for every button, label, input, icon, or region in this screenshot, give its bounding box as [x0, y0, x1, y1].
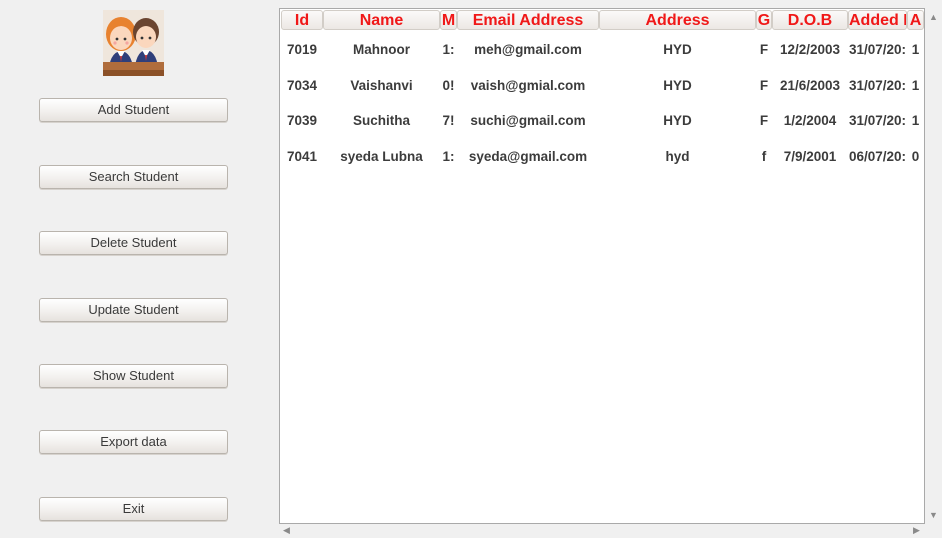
cell-name: Suchitha [352, 113, 410, 128]
column-header-added[interactable]: Added I [848, 10, 907, 30]
cell-gender: F [759, 113, 769, 128]
table-header: Id Name M Email Address Address G D.O.B … [280, 9, 924, 32]
column-header-address[interactable]: Address [599, 10, 756, 30]
cell-email: syeda@gmail.com [468, 149, 588, 164]
cell-gender: f [761, 149, 767, 164]
search-student-button[interactable]: Search Student [39, 165, 228, 189]
cell-email: vaish@gmial.com [470, 78, 586, 93]
table-row[interactable]: 7034 Vaishanvi 0! vaish@gmial.com HYD F … [280, 74, 924, 98]
cell-added: 31/07/20: [848, 78, 907, 93]
cell-dob: 21/6/2003 [779, 78, 841, 93]
cell-name: syeda Lubna [340, 149, 423, 164]
cell-email: suchi@gmail.com [470, 113, 586, 128]
column-header-name[interactable]: Name [323, 10, 440, 30]
cell-extra: 0 [911, 149, 920, 164]
horizontal-scrollbar[interactable]: ◀ ▶ [279, 524, 925, 538]
students-logo-icon [103, 10, 164, 76]
cell-id: 7034 [286, 78, 318, 93]
column-header-email[interactable]: Email Address [457, 10, 599, 30]
table-row[interactable]: 7019 Mahnoor 1: meh@gmail.com HYD F 12/2… [280, 38, 924, 62]
show-student-button[interactable]: Show Student [39, 364, 228, 388]
cell-email: meh@gmail.com [474, 42, 582, 57]
export-data-button[interactable]: Export data [39, 430, 228, 454]
cell-id: 7041 [286, 149, 318, 164]
exit-button[interactable]: Exit [39, 497, 228, 521]
table-row[interactable]: 7039 Suchitha 7! suchi@gmail.com HYD F 1… [280, 109, 924, 133]
student-table[interactable]: Id Name M Email Address Address G D.O.B … [279, 8, 925, 524]
cell-address: hyd [665, 149, 690, 164]
cell-mobile: 1: [442, 149, 455, 164]
cell-name: Mahnoor [353, 42, 410, 57]
cell-gender: F [759, 42, 769, 57]
cell-extra: 1 [911, 78, 920, 93]
cell-added: 31/07/20: [848, 42, 907, 57]
cell-dob: 7/9/2001 [783, 149, 837, 164]
cell-address: HYD [663, 113, 692, 128]
column-header-dob[interactable]: D.O.B [772, 10, 848, 30]
cell-id: 7039 [286, 113, 318, 128]
cell-mobile: 7! [442, 113, 455, 128]
cell-address: HYD [663, 42, 692, 57]
cell-gender: F [759, 78, 769, 93]
cell-added: 06/07/20: [848, 149, 907, 164]
table-row[interactable]: 7041 syeda Lubna 1: syeda@gmail.com hyd … [280, 145, 924, 169]
cell-dob: 1/2/2004 [783, 113, 837, 128]
scroll-up-arrow-icon[interactable]: ▲ [929, 12, 938, 22]
cell-mobile: 1: [442, 42, 455, 57]
cell-extra: 1 [911, 42, 920, 57]
cell-dob: 12/2/2003 [779, 42, 841, 57]
scroll-left-arrow-icon[interactable]: ◀ [283, 525, 290, 536]
cell-name: Vaishanvi [350, 78, 413, 93]
column-header-mobile[interactable]: M [440, 10, 457, 30]
cell-mobile: 0! [442, 78, 455, 93]
update-student-button[interactable]: Update Student [39, 298, 228, 322]
column-header-id[interactable]: Id [281, 10, 323, 30]
cell-id: 7019 [286, 42, 318, 57]
cell-address: HYD [663, 78, 692, 93]
scroll-down-arrow-icon[interactable]: ▼ [929, 510, 938, 520]
delete-student-button[interactable]: Delete Student [39, 231, 228, 255]
cell-extra: 1 [911, 113, 920, 128]
column-header-extra[interactable]: A [907, 10, 924, 30]
cell-added: 31/07/20: [848, 113, 907, 128]
vertical-scrollbar[interactable]: ▲ ▼ [925, 8, 942, 524]
add-student-button[interactable]: Add Student [39, 98, 228, 122]
scroll-right-arrow-icon[interactable]: ▶ [913, 525, 920, 536]
column-header-gender[interactable]: G [756, 10, 772, 30]
